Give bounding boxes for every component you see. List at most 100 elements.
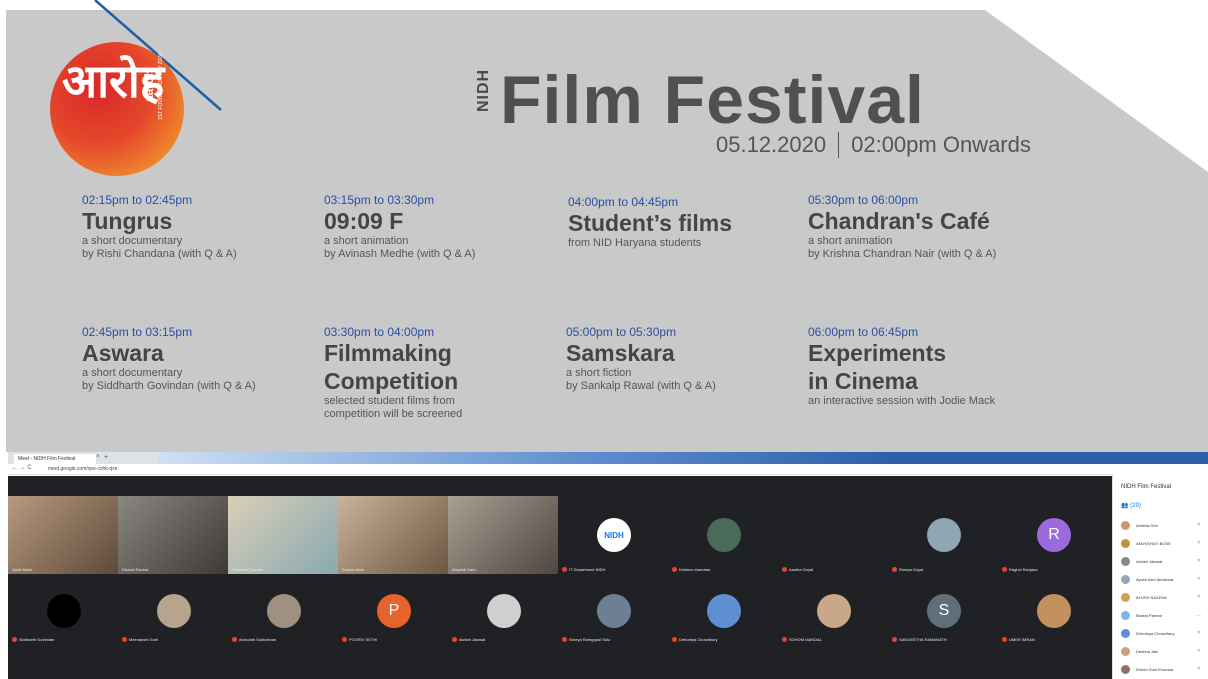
film-festival-poster: आरोह aaroh 1ST FOUNDATION DAY 2020 NIDH …	[0, 0, 1208, 452]
participant-list-item[interactable]: Ayush Alex Abhismar ✕	[1121, 572, 1207, 586]
event-item: 05:30pm to 06:00pm Chandran's Café a sho…	[808, 193, 996, 261]
participant-name: Jodie Mack	[12, 567, 33, 572]
video-tile[interactable]: Mayank Sahu	[448, 496, 558, 574]
logo-subtitle: aaroh	[142, 69, 156, 102]
event-title: Tungrus	[82, 208, 173, 234]
participant-tile[interactable]: Shreya Ramgopal Sidu	[558, 578, 668, 656]
participant-list-item[interactable]: Bharat Parmar…	[1121, 608, 1207, 622]
participant-tile[interactable]: NIDH IT Department NIDH	[558, 496, 668, 574]
video-tile[interactable]: Prakruthi Chadha	[228, 496, 338, 574]
participant-tile[interactable]: Meenakshi Goel	[118, 578, 228, 656]
meeting-stage: Jodie Mack Dhaval Parmar Prakruthi Chadh…	[8, 476, 1112, 679]
avatar: NIDH	[597, 518, 631, 552]
event-description: a short documentary	[82, 367, 183, 379]
avatar	[157, 594, 191, 628]
avatar	[47, 594, 81, 628]
participant-list-item[interactable]: Deshna Jain ✕	[1121, 644, 1207, 658]
avatar	[1121, 664, 1130, 674]
participant-name: Prakruthi Chadha	[232, 567, 264, 572]
participant-tile[interactable]: Ashish Jaiswal	[448, 578, 558, 656]
avatar	[1121, 646, 1130, 656]
poster-edge-strip	[158, 452, 1208, 464]
mic-off-icon	[782, 567, 787, 572]
event-description: competition will be screened	[324, 408, 463, 420]
festival-date: 05.12.2020	[716, 132, 827, 157]
event-time: 05:00pm to 05:30pm	[566, 325, 677, 339]
browser-tab[interactable]: Meet - NIDH Film Festival	[14, 454, 96, 464]
panel-title: NIDH Film Festival	[1121, 484, 1172, 490]
participant-name: Krishna chandran	[672, 567, 710, 572]
people-tab[interactable]: 👥 (29)	[1121, 502, 1141, 509]
participant-list-item[interactable]: Debotriya Chowdhury ✕	[1121, 626, 1207, 640]
participant-tile[interactable]: Siddharth Govindan	[8, 578, 118, 656]
event-title: 09:09 F	[324, 208, 404, 234]
event-description: an interactive session with Jodie Mack	[808, 395, 996, 407]
avatar	[1121, 592, 1130, 602]
mic-off-icon	[232, 637, 237, 642]
avatar	[707, 594, 741, 628]
avatar	[817, 594, 851, 628]
video-tile[interactable]: Sneha Joshi	[338, 496, 448, 574]
participant-name: Sneha Joshi	[342, 567, 365, 572]
participant-name: Dhaval Parmar	[122, 567, 149, 572]
date-time: 05.12.2020 02:00pm Onwards	[716, 132, 1031, 158]
avatar	[1121, 520, 1130, 530]
mic-off-icon	[562, 567, 567, 572]
participant-tile[interactable]: S SANGEETHA RAMANATH	[888, 578, 998, 656]
event-title: Samskara	[566, 340, 675, 366]
new-tab-button[interactable]: +	[104, 454, 108, 461]
participant-row: Siddharth Govindan Meenakshi Goel Anirud…	[8, 578, 1112, 656]
close-icon[interactable]: ×	[96, 454, 100, 460]
participant-list-item[interactable]: AYUSH SAXENA ✕	[1121, 590, 1207, 604]
participant-name: IT Department NIDH	[562, 567, 605, 572]
participant-list-item[interactable]: Dhiren Suni Khurana ✕	[1121, 662, 1207, 676]
avatar	[1121, 538, 1130, 548]
meet-screenshot: Meet - NIDH Film Festival × + ← → C meet…	[8, 452, 1208, 679]
participant-tile[interactable]: Aastha Goyal	[778, 496, 888, 574]
avatar: S	[927, 594, 961, 628]
participant-list-item[interactable]: Ashish Jaiswal ✕	[1121, 554, 1207, 568]
avatar	[1121, 556, 1130, 566]
participant-name: Mayank Sahu	[452, 567, 477, 572]
mic-off-icon: ✕	[1196, 594, 1201, 600]
participant-tile[interactable]: Shreya Goyal	[888, 496, 998, 574]
nav-buttons[interactable]: ← → C	[12, 465, 32, 471]
event-time: 06:00pm to 06:45pm	[808, 325, 919, 339]
event-time: 02:45pm to 03:15pm	[82, 325, 193, 339]
mic-off-icon	[12, 637, 17, 642]
mic-off-icon	[782, 637, 787, 642]
video-tile[interactable]: Dhaval Parmar	[118, 496, 228, 574]
event-item: 02:15pm to 02:45pm Tungrus a short docum…	[82, 193, 237, 261]
participant-name: SANGEETHA RAMANATH	[892, 637, 947, 642]
participant-list-item[interactable]: ANUKSHATI BOSE ✕	[1121, 536, 1207, 550]
event-description: a short animation	[808, 235, 893, 247]
participant-name: Ashish Jaiswal	[452, 637, 485, 642]
event-item: 05:00pm to 05:30pm Samskara a short fict…	[566, 325, 716, 393]
title-text: Film Festival	[500, 62, 925, 138]
participant-list-item[interactable]: Ambrita Sen ✕	[1121, 518, 1207, 532]
avatar	[1121, 610, 1130, 620]
participant-name: Aastha Goyal	[782, 567, 813, 572]
participant-tile[interactable]: UMER IMRAN	[998, 578, 1108, 656]
mic-off-icon	[122, 637, 127, 642]
mic-off-icon	[892, 637, 897, 642]
participant-tile[interactable]: Debotriya Chowdhury	[668, 578, 778, 656]
avatar	[1121, 574, 1130, 584]
participant-tile[interactable]: SOHOM MANDAL	[778, 578, 888, 656]
mic-off-icon: ✕	[1196, 540, 1201, 546]
event-description: by Siddharth Govindan (with Q & A)	[82, 380, 256, 392]
avatar	[267, 594, 301, 628]
participant-tile[interactable]: R Raghvi Ranjana	[998, 496, 1108, 574]
event-title: Filmmaking	[324, 340, 452, 366]
mic-off-icon	[562, 637, 567, 642]
participant-tile[interactable]: Aniruddh Sukhdevan	[228, 578, 338, 656]
mic-off-icon: ✕	[1196, 576, 1201, 582]
participant-tile[interactable]: Krishna chandran	[668, 496, 778, 574]
participant-tile[interactable]: P POORVI SETHI	[338, 578, 448, 656]
video-tile[interactable]: Jodie Mack	[8, 496, 118, 574]
video-row: Jodie Mack Dhaval Parmar Prakruthi Chadh…	[8, 496, 1112, 574]
mic-off-icon	[1002, 567, 1007, 572]
url-field[interactable]: meet.google.com/xpe-cshk-qxe	[48, 466, 348, 472]
event-description: by Avinash Medhe (with Q & A)	[324, 248, 476, 260]
event-title: Aswara	[82, 340, 164, 366]
